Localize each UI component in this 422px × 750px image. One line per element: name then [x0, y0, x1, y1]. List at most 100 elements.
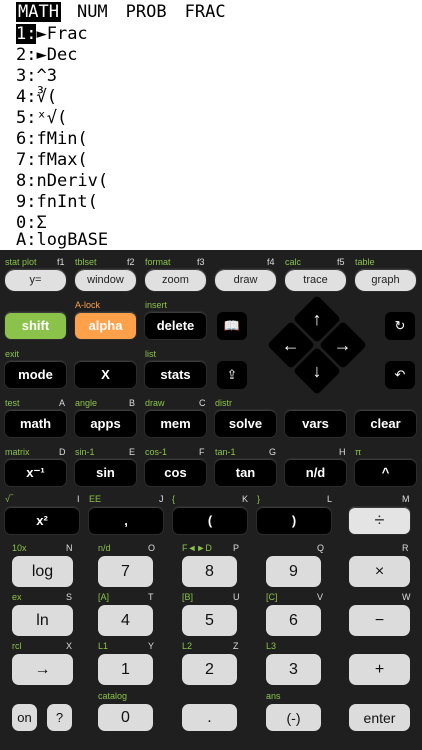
label-f: F [199, 447, 205, 457]
key-comma[interactable]: , [89, 507, 163, 534]
label-l: L [327, 494, 333, 504]
menu-tabs: MATH NUM PROB FRAC [16, 2, 228, 22]
key-graph[interactable]: graph [355, 269, 416, 291]
label-e: E [129, 447, 136, 457]
key-multiply[interactable]: × [349, 556, 410, 587]
key-draw[interactable]: draw [215, 269, 276, 291]
menu-item[interactable]: A:logBASE [16, 230, 108, 251]
key-decimal[interactable]: . [182, 704, 237, 731]
menu-item[interactable]: 4:∛( [16, 87, 57, 108]
label-sqrt: √‾ [5, 494, 13, 504]
menu-item[interactable]: 8:nDeriv( [16, 171, 108, 192]
label-g: G [269, 447, 277, 457]
menu-item[interactable]: 1:►Frac [16, 24, 88, 45]
label-l3: L3 [266, 641, 277, 651]
label-calc: calc [285, 257, 302, 267]
key-tan[interactable]: tan [215, 459, 276, 486]
key-math[interactable]: math [5, 410, 66, 437]
key-paren-open[interactable]: ( [173, 507, 247, 534]
key-sin[interactable]: sin [75, 459, 136, 486]
key-power[interactable]: ^ [355, 459, 416, 486]
key-clear[interactable]: clear [355, 410, 416, 437]
label-stat-plot: stat plot [5, 257, 37, 267]
key-9[interactable]: 9 [266, 556, 321, 587]
key-help[interactable]: ? [47, 704, 72, 731]
menu-item[interactable]: 9:fnInt( [16, 192, 98, 213]
label-v: V [317, 592, 324, 602]
tab-prob[interactable]: PROB [124, 2, 169, 22]
tab-num[interactable]: NUM [75, 2, 110, 22]
key-log[interactable]: log [12, 556, 73, 587]
key-y-equals[interactable]: y= [5, 269, 66, 291]
key-delete[interactable]: delete [145, 312, 206, 339]
key-apps[interactable]: apps [75, 410, 136, 437]
label-tan-inv: tan-1 [215, 447, 236, 457]
key-mode[interactable]: mode [5, 361, 66, 388]
label-tblset: tblset [75, 257, 97, 267]
label-format: format [145, 257, 171, 267]
key-n-over-d[interactable]: n/d [285, 459, 346, 486]
label-k: K [242, 494, 249, 504]
key-8[interactable]: 8 [182, 556, 237, 587]
key-square[interactable]: x² [5, 507, 79, 534]
key-cos[interactable]: cos [145, 459, 206, 486]
label-test: test [5, 398, 20, 408]
key-5[interactable]: 5 [182, 605, 237, 636]
label-angle: angle [75, 398, 98, 408]
key-1[interactable]: 1 [98, 654, 153, 685]
key-store[interactable]: → [12, 654, 73, 685]
key-7[interactable]: 7 [98, 556, 153, 587]
label-table: table [355, 257, 375, 267]
share-icon[interactable]: ⇪ [217, 361, 247, 389]
menu-item[interactable]: 3:^3 [16, 66, 57, 87]
label-insert: insert [145, 300, 168, 310]
label-list: list [145, 349, 156, 359]
key-0[interactable]: 0 [98, 704, 153, 731]
key-6[interactable]: 6 [266, 605, 321, 636]
key-x[interactable]: X [75, 361, 136, 388]
label-i: I [77, 494, 80, 504]
key-divide[interactable]: ÷ [349, 507, 410, 534]
key-mem[interactable]: mem [145, 410, 206, 437]
label-r: R [402, 543, 409, 553]
key-paren-close[interactable]: ) [257, 507, 331, 534]
label-10x: 10x [12, 543, 27, 553]
key-minus[interactable]: − [349, 605, 410, 636]
menu-item[interactable]: 5:ˣ√( [16, 108, 67, 129]
key-ln[interactable]: ln [12, 605, 73, 636]
redo-icon[interactable]: ↻ [385, 312, 415, 340]
key-stats[interactable]: stats [145, 361, 206, 388]
key-window[interactable]: window [75, 269, 136, 291]
key-zoom[interactable]: zoom [145, 269, 206, 291]
label-l1: L1 [98, 641, 109, 651]
menu-item[interactable]: 6:fMin( [16, 129, 88, 150]
key-3[interactable]: 3 [266, 654, 321, 685]
key-shift[interactable]: shift [5, 312, 66, 339]
key-solve[interactable]: solve [215, 410, 276, 437]
label-ex: ex [12, 592, 22, 602]
label-brace-open: { [172, 494, 176, 504]
key-trace[interactable]: trace [285, 269, 346, 291]
label-ee: EE [89, 494, 102, 504]
key-vars[interactable]: vars [285, 410, 346, 437]
key-4[interactable]: 4 [98, 605, 153, 636]
key-inverse[interactable]: x⁻¹ [5, 459, 66, 486]
key-alpha[interactable]: alpha [75, 312, 136, 339]
undo-icon[interactable]: ↶ [385, 361, 415, 389]
label-f5: f5 [337, 257, 345, 267]
menu-item[interactable]: 7:fMax( [16, 150, 88, 171]
label-w: W [402, 592, 411, 602]
label-a: A [59, 398, 66, 408]
key-negate[interactable]: (-) [266, 704, 321, 731]
book-icon[interactable]: 📖 [217, 312, 247, 340]
label-brace-close: } [257, 494, 261, 504]
tab-frac[interactable]: FRAC [183, 2, 228, 22]
label-exit: exit [5, 349, 20, 359]
menu-item[interactable]: 2:►Dec [16, 45, 77, 66]
key-2[interactable]: 2 [182, 654, 237, 685]
key-on[interactable]: on [12, 704, 37, 731]
key-enter[interactable]: enter [349, 704, 410, 731]
label-ans: ans [266, 691, 281, 701]
tab-math[interactable]: MATH [16, 2, 61, 22]
key-plus[interactable]: + [349, 654, 410, 685]
